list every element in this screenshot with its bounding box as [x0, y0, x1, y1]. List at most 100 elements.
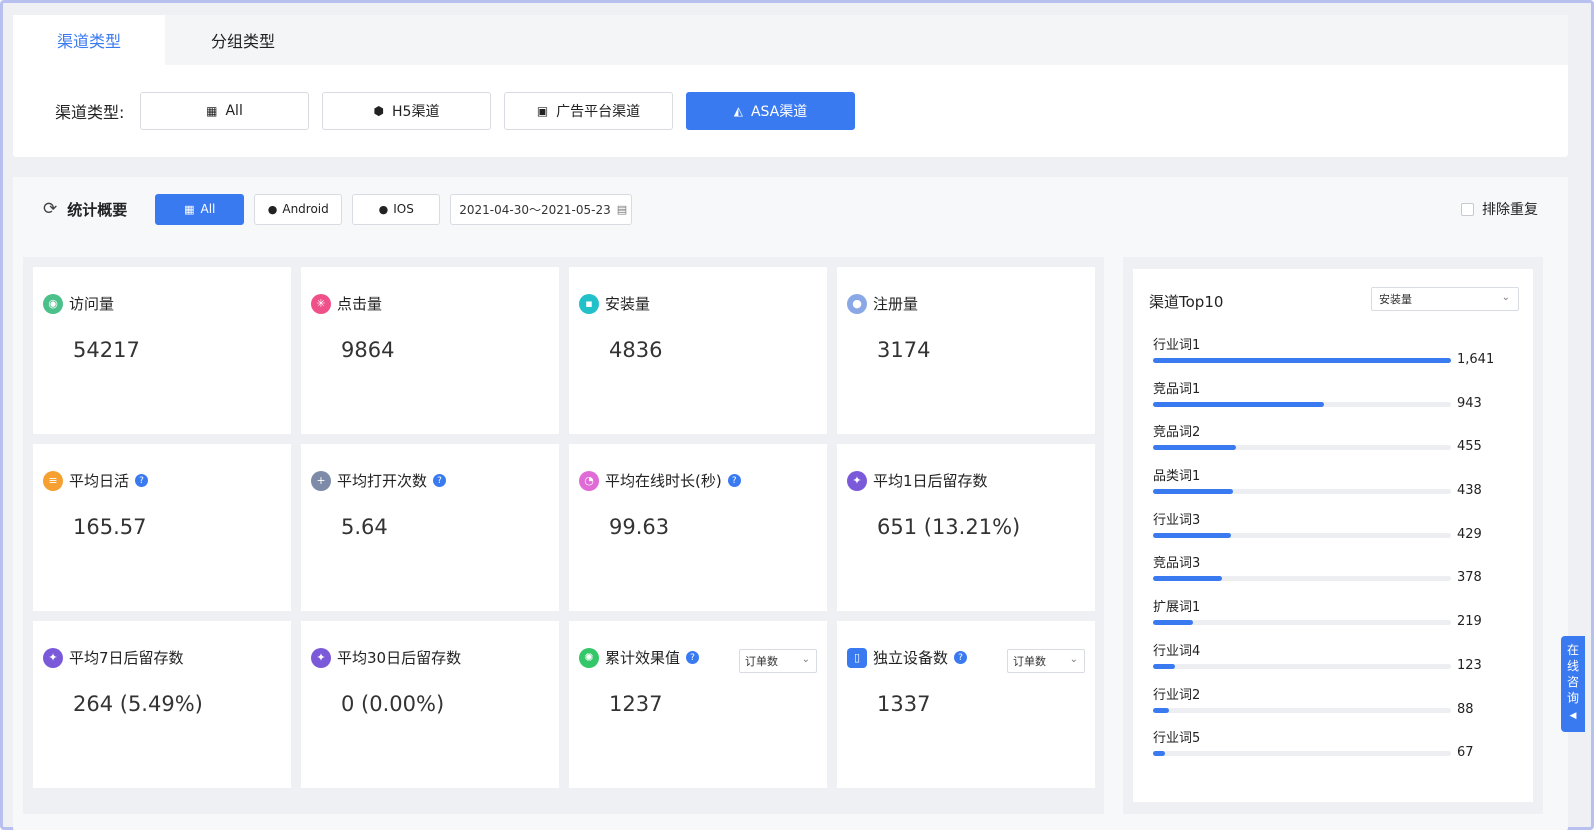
effect-metric-select[interactable]: 订单数 ⌄ [739, 649, 817, 673]
arrow-left-icon: ◀ [1569, 711, 1577, 721]
top10-bar-fill [1153, 620, 1193, 626]
top10-bar-track [1153, 358, 1451, 363]
install-icon: ▪ [579, 293, 599, 314]
metric-value: 9864 [341, 338, 395, 362]
metric-label: 注册量 [873, 295, 919, 313]
top10-bar-track [1153, 620, 1451, 626]
top10-bar-value: 219 [1457, 614, 1482, 630]
top10-bar-name: 竞品词2 [1153, 425, 1201, 441]
metric-label: 点击量 [337, 295, 383, 313]
top10-bar-name: 行业词5 [1153, 731, 1201, 747]
metric-card-cumulative-effect: ✺ 累计效果值? 订单数 ⌄ 1237 [569, 621, 827, 788]
top10-bar-row: 行业词3 429 [1149, 509, 1517, 553]
top10-bar-track [1153, 445, 1451, 451]
top10-bar-row: 行业词5 67 [1149, 727, 1517, 771]
metric-label: 安装量 [605, 295, 651, 313]
tab-channel-type[interactable]: 渠道类型 [13, 15, 165, 65]
platform-ios-button[interactable]: ● IOS [352, 193, 441, 225]
grid-icon: ▦ [184, 202, 195, 216]
metric-label: 独立设备数 [873, 649, 949, 667]
app-frame: 渠道类型 分组类型 渠道类型: ▦ All ⬢ H5渠道 ▣ 广告平台渠道 ◭ … [0, 0, 1594, 830]
platform-android-button[interactable]: ● Android [254, 193, 343, 225]
metric-value: 651 (13.21%) [877, 515, 1021, 539]
top10-bar-list: 行业词1 1,641 竞品词1 943 竞品词2 455 品类词1 438 行业词3 429 竞品词… [1149, 334, 1517, 771]
user-icon: ● [847, 293, 867, 314]
chevron-down-icon: ⌄ [1501, 292, 1510, 303]
channel-h5-label: H5渠道 [392, 104, 440, 120]
top10-bar-fill [1153, 489, 1233, 495]
help-icon[interactable]: ? [727, 474, 741, 487]
grid-icon: ▦ [206, 104, 218, 118]
top10-bar-fill [1153, 663, 1176, 669]
effect-metric-select-value: 订单数 [745, 655, 778, 668]
top10-bar-track [1153, 489, 1451, 495]
metric-card-avg-duration: ◔ 平均在线时长(秒)? 99.63 [569, 444, 827, 611]
top10-bar-track [1153, 707, 1451, 713]
metrics-grid: ◉ 访问量 54217 ✳ 点击量 9864 ▪ 安装量 4836 ● 注册量 3174 [33, 267, 1095, 788]
channel-ad-button[interactable]: ▣ 广告平台渠道 [504, 92, 673, 130]
chevron-down-icon: ⌄ [801, 654, 810, 665]
top10-bar-value: 943 [1457, 395, 1482, 411]
platform-ios-label: IOS [393, 202, 414, 216]
plus-icon: + [311, 470, 331, 491]
top10-bar-name: 行业词1 [1153, 338, 1201, 353]
channel-h5-button[interactable]: ⬢ H5渠道 [322, 92, 491, 130]
metric-label: 平均30日后留存数 [337, 649, 462, 667]
channel-asa-button[interactable]: ◭ ASA渠道 [686, 92, 855, 130]
date-range-picker[interactable]: 2021-04-30～2021-05-23 ▤ [450, 193, 633, 225]
top10-bar-row: 竞品词1 943 [1149, 378, 1517, 422]
top10-bar-name: 竞品词1 [1153, 381, 1201, 397]
top10-bar-name: 行业词2 [1153, 687, 1201, 703]
channel-type-row: 渠道类型: ▦ All ⬢ H5渠道 ▣ 广告平台渠道 ◭ ASA渠道 [13, 65, 1568, 130]
metric-label: 平均在线时长(秒) [605, 472, 722, 490]
top10-metric-select-value: 安装量 [1379, 293, 1412, 306]
device-icon: ▯ [847, 647, 867, 668]
tab-bar: 渠道类型 分组类型 [13, 15, 1568, 65]
top10-bar-fill [1153, 445, 1236, 451]
top10-bar-track [1153, 401, 1451, 407]
html5-icon: ⬢ [373, 104, 385, 118]
metric-value: 5.64 [341, 515, 388, 539]
metric-card-clicks: ✳ 点击量 9864 [301, 267, 559, 434]
top10-bar-row: 竞品词3 378 [1149, 552, 1517, 596]
top10-metric-select[interactable]: 安装量 ⌄ [1371, 287, 1519, 311]
top10-bar-fill [1153, 751, 1166, 757]
help-icon[interactable]: ? [954, 651, 968, 664]
tab-group-type[interactable]: 分组类型 [165, 15, 321, 65]
device-metric-select[interactable]: 订单数 ⌄ [1007, 649, 1085, 673]
help-icon[interactable]: ? [686, 651, 700, 664]
online-consult-button[interactable]: 在线咨询 ◀ [1561, 636, 1585, 732]
metric-label: 平均1日后留存数 [873, 472, 988, 490]
retention-icon: ✦ [311, 647, 331, 668]
retention-icon: ✦ [43, 647, 63, 668]
top10-bar-value: 67 [1457, 745, 1474, 761]
metrics-area: ◉ 访问量 54217 ✳ 点击量 9864 ▪ 安装量 4836 ● 注册量 3174 [23, 257, 1104, 814]
metric-value: 264 (5.49%) [73, 692, 203, 716]
metric-card-visits: ◉ 访问量 54217 [33, 267, 291, 434]
tab-bar-filler [321, 15, 1568, 65]
stack-icon: ≡ [43, 470, 63, 491]
refresh-icon[interactable]: ⟳ [43, 199, 57, 219]
stats-panel: ⟳ 统计概要 ▦ All ● Android ● IOS 2021-04-30～… [13, 177, 1568, 830]
chevron-down-icon: ⌄ [1069, 654, 1078, 665]
metric-label: 平均打开次数 [337, 472, 428, 490]
dedupe-checkbox[interactable] [1461, 202, 1474, 216]
platform-all-button[interactable]: ▦ All [155, 193, 245, 225]
top10-bar-name: 品类词1 [1153, 469, 1201, 485]
dedupe-toggle[interactable]: 排除重复 [1461, 199, 1538, 219]
date-range-text: 2021-04-30～2021-05-23 [459, 202, 611, 217]
channel-all-label: All [225, 103, 243, 119]
metric-value: 0 (0.00%) [341, 692, 445, 716]
dedupe-label: 排除重复 [1482, 202, 1538, 218]
consult-label: 在线咨询 [1567, 643, 1580, 705]
top10-bar-track [1153, 576, 1451, 582]
top10-bar-value: 123 [1457, 657, 1482, 673]
top10-bar-row: 竞品词2 455 [1149, 421, 1517, 465]
help-icon[interactable]: ? [433, 474, 447, 487]
click-icon: ✳ [311, 293, 331, 314]
effect-icon: ✺ [579, 647, 599, 668]
stats-header: ⟳ 统计概要 ▦ All ● Android ● IOS 2021-04-30～… [13, 177, 1568, 241]
help-icon[interactable]: ? [135, 474, 149, 487]
top10-bar-fill [1153, 358, 1451, 363]
channel-all-button[interactable]: ▦ All [140, 92, 309, 130]
